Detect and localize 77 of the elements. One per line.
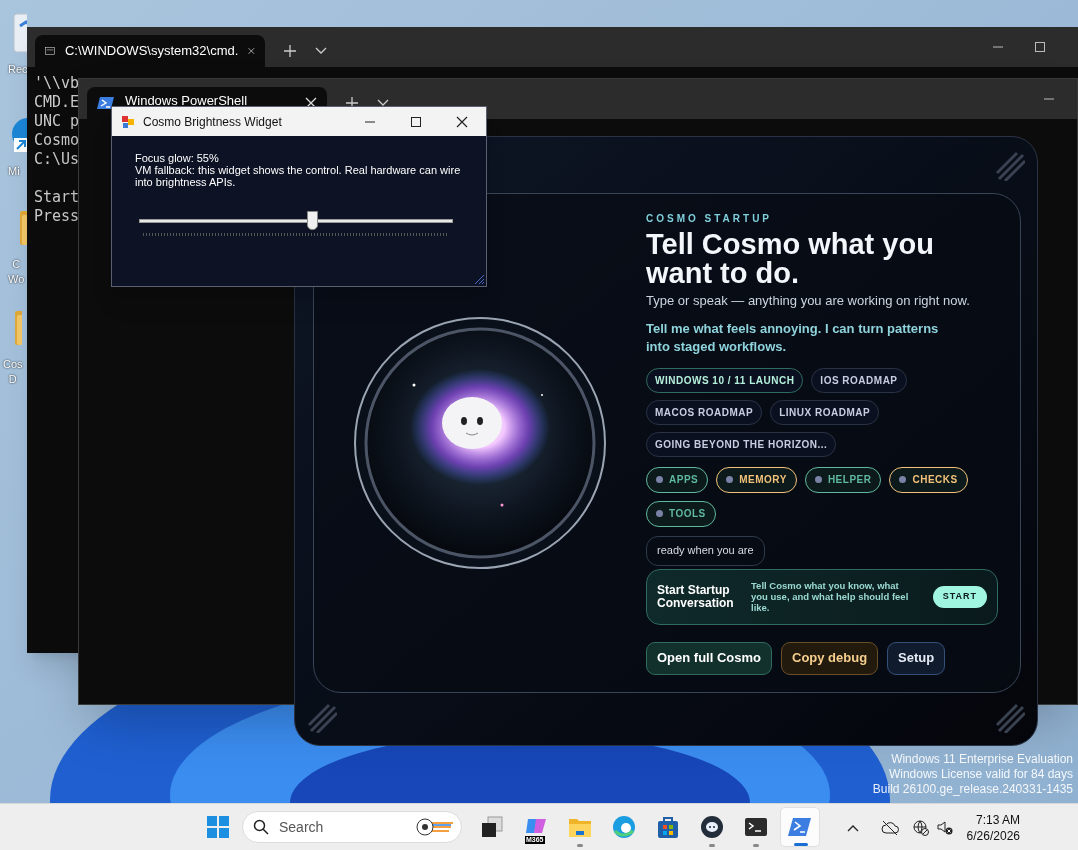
watermark-text: Windows License valid for 84 days — [888, 767, 1073, 782]
roadmap-chip[interactable]: IOS ROADMAP — [811, 367, 907, 393]
powershell-icon — [788, 815, 812, 839]
slider-thumb[interactable] — [306, 211, 318, 230]
console-line: UNC p — [34, 112, 80, 131]
running-indicator — [753, 844, 759, 847]
icon-label: Rec — [8, 62, 28, 77]
network-icon[interactable] — [912, 819, 929, 836]
action-button[interactable]: Open full Cosmo — [646, 641, 772, 675]
robot-face-icon — [700, 815, 724, 839]
heading: Tell Cosmo what you want to do. — [646, 230, 935, 288]
icon-label: Wo — [8, 272, 25, 287]
running-indicator — [794, 843, 808, 846]
cloud-off-icon[interactable] — [880, 819, 899, 836]
running-indicator — [709, 844, 715, 847]
store-icon — [656, 815, 680, 839]
speaker-muted-icon[interactable] — [936, 819, 953, 836]
action-button[interactable]: Setup — [887, 641, 946, 675]
console-line: Press — [34, 207, 80, 226]
terminal-icon — [744, 815, 768, 839]
console-line: Start — [34, 188, 80, 207]
clock-time[interactable]: 7:13 AM — [975, 811, 1020, 828]
icon-label: C — [12, 257, 21, 272]
chip-label: TOOLS — [669, 507, 706, 521]
plus-icon[interactable] — [283, 44, 297, 58]
browser-icon — [612, 815, 636, 839]
focus-label: Focus glow: 55% — [135, 152, 220, 164]
chip-label: MEMORY — [739, 473, 787, 487]
corner-stripes — [307, 703, 337, 733]
start-icon[interactable] — [206, 815, 230, 839]
console-line: '\\vb — [34, 74, 80, 93]
slider-track[interactable] — [139, 211, 453, 231]
card-description: Tell Cosmo what you know, what you use, and what help should feel like. — [751, 580, 910, 613]
chip-label: APPS — [669, 473, 699, 487]
dropdown-icon[interactable] — [315, 47, 327, 55]
maximize-icon[interactable] — [410, 115, 422, 128]
chip-label: HELPER — [827, 473, 872, 487]
close-icon[interactable] — [456, 115, 468, 128]
status-pill: ready when you are — [646, 535, 765, 566]
search-icon — [253, 819, 269, 835]
clock-date[interactable]: 6/26/2026 — [966, 827, 1020, 844]
icon-label: D — [8, 372, 17, 387]
subtitle: Type or speak — anything you are working on right now. — [646, 292, 970, 310]
search-placeholder: Search — [279, 817, 325, 837]
corner-stripes — [995, 151, 1025, 181]
resize-grip-icon[interactable] — [473, 273, 485, 285]
roadmap-chip[interactable]: MACOS ROADMAP — [646, 399, 763, 425]
action-button[interactable]: Copy debug — [781, 641, 879, 675]
icon-label: Cos — [3, 357, 23, 372]
roadmap-chip[interactable]: WINDOWS 10 / 11 LAUNCH — [646, 367, 804, 393]
roadmap-chip[interactable]: LINUX ROADMAP — [770, 399, 880, 425]
task-view-icon — [480, 815, 504, 839]
chip-label: CHECKS — [912, 473, 958, 487]
maximize-icon[interactable] — [1034, 41, 1046, 53]
prompt-text: Tell me what feels annoying. I can turn patterns into staged workflows. — [646, 319, 940, 356]
dropdown-icon[interactable] — [377, 99, 389, 107]
description-text: VM fallback: this widget shows the control. Real hardware can wire into brightness APIs. — [135, 164, 462, 188]
console-line: Cosmo — [34, 131, 80, 150]
terminal-tab[interactable]: C:\WINDOWS\system32\cmd. — [35, 35, 265, 67]
chevron-up-icon[interactable] — [846, 823, 859, 832]
console-icon — [45, 44, 55, 58]
tab-title: Windows PowerShell — [125, 92, 249, 110]
console-line: C:\Us — [34, 150, 80, 169]
corner-stripes — [995, 703, 1025, 733]
watermark-text: Build 26100.ge_release.240331-1435 — [872, 782, 1073, 797]
eyebrow-label: COSMO STARTUP — [646, 212, 773, 226]
soccer-ball-icon — [415, 817, 455, 837]
console-line: CMD.E — [34, 93, 80, 112]
start-button[interactable]: START — [932, 585, 987, 608]
card-title: Start Startup Conversation — [657, 583, 735, 610]
running-indicator — [577, 844, 583, 847]
icon-label: Mi — [8, 164, 20, 179]
watermark-text: Windows 11 Enterprise Evaluation — [891, 752, 1073, 767]
search-field[interactable]: Search — [242, 811, 462, 843]
app-icon — [121, 114, 135, 129]
roadmap-chip[interactable]: GOING BEYOND THE HORIZON... — [646, 431, 837, 457]
tab-title: C:\WINDOWS\system32\cmd. — [65, 42, 239, 61]
